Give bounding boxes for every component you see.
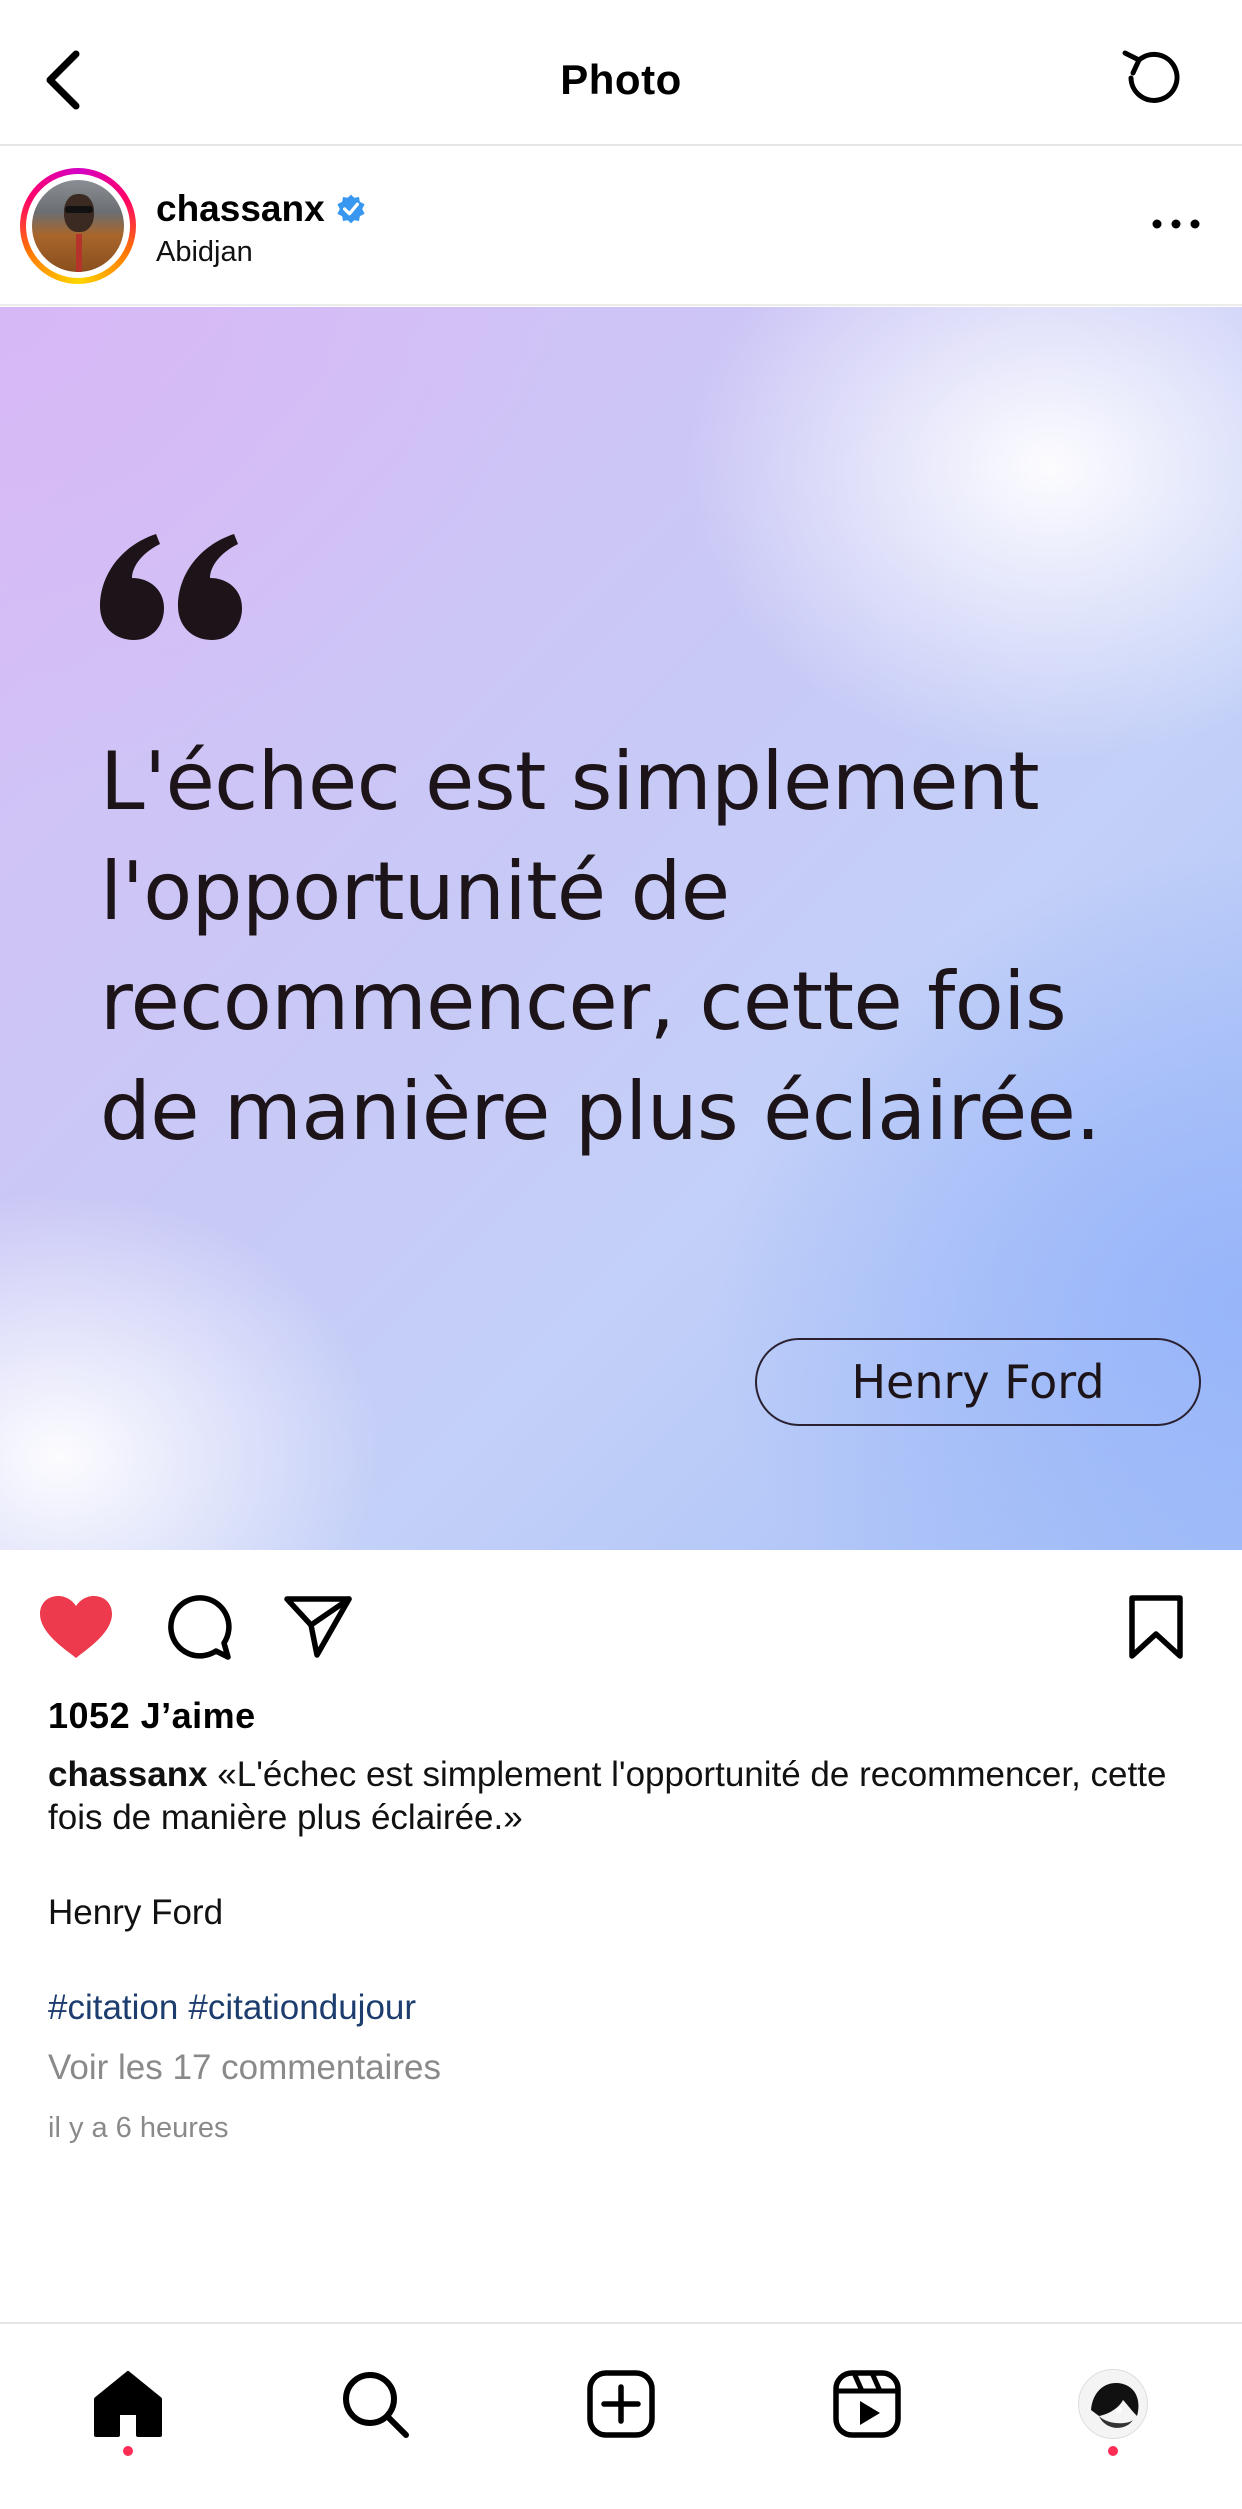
nav-search[interactable] (325, 2354, 425, 2454)
view-comments-link[interactable]: Voir les 17 commentaires (48, 2048, 441, 2088)
avatar[interactable] (20, 168, 136, 284)
share-button[interactable] (278, 1587, 358, 1667)
post-actions (0, 1552, 1242, 1692)
avatar-photo (32, 180, 124, 272)
post-image[interactable]: L'échec est simplement l'opportunité de … (0, 307, 1242, 1550)
bottom-nav (0, 2322, 1242, 2509)
nav-home[interactable] (78, 2354, 178, 2456)
hashtag-link[interactable]: #citationdujour (188, 1988, 416, 2027)
search-icon (343, 2372, 409, 2438)
quote-mark-icon (100, 534, 242, 640)
hashtag-link[interactable]: #citation (48, 1988, 178, 2027)
profile-avatar-art (1091, 2383, 1139, 2428)
verified-badge-icon (337, 194, 365, 224)
more-horizontal-icon (1152, 219, 1200, 229)
quote-author-pill: Henry Ford (755, 1338, 1201, 1426)
nav-reels[interactable] (817, 2354, 917, 2454)
post-location[interactable]: Abidjan (156, 236, 253, 269)
refresh-icon (1122, 50, 1180, 103)
caption-text: «L'échec est simplement l'opportunité de… (48, 1755, 1167, 1837)
username-text: chassanx (156, 188, 325, 229)
post-caption: chassanx «L'échec est simplement l'oppor… (48, 1753, 1198, 1839)
post-username[interactable]: chassanx (156, 188, 367, 230)
caption-author: Henry Ford (48, 1893, 224, 1932)
more-options-button[interactable] (1146, 204, 1206, 244)
notification-dot (1108, 2446, 1118, 2456)
bookmark-icon (1129, 1595, 1183, 1659)
heart-filled-icon (40, 1596, 112, 1658)
top-bar: Photo (0, 0, 1242, 146)
quote-text: L'échec est simplement l'opportunité de … (100, 735, 1101, 1158)
like-count[interactable]: 1052 J’aime (48, 1695, 256, 1737)
like-button[interactable] (36, 1587, 116, 1667)
hashtags: #citation #citationdujour (48, 1988, 426, 2028)
profile-avatar (1078, 2369, 1148, 2439)
send-icon (284, 1596, 352, 1658)
reels-icon (833, 2370, 901, 2438)
post-header: chassanx Abidjan (0, 148, 1242, 306)
refresh-button[interactable] (1112, 38, 1192, 118)
create-icon (587, 2370, 655, 2438)
page-title: Photo (560, 56, 682, 103)
caption-username[interactable]: chassanx (48, 1755, 208, 1794)
home-icon (94, 2371, 162, 2437)
comment-icon (168, 1595, 232, 1660)
post-timestamp: il y a 6 heures (48, 2112, 229, 2144)
nav-profile[interactable] (1063, 2354, 1163, 2456)
notification-dot (123, 2446, 133, 2456)
save-button[interactable] (1116, 1587, 1196, 1667)
nav-create[interactable] (571, 2354, 671, 2454)
comment-button[interactable] (158, 1587, 238, 1667)
